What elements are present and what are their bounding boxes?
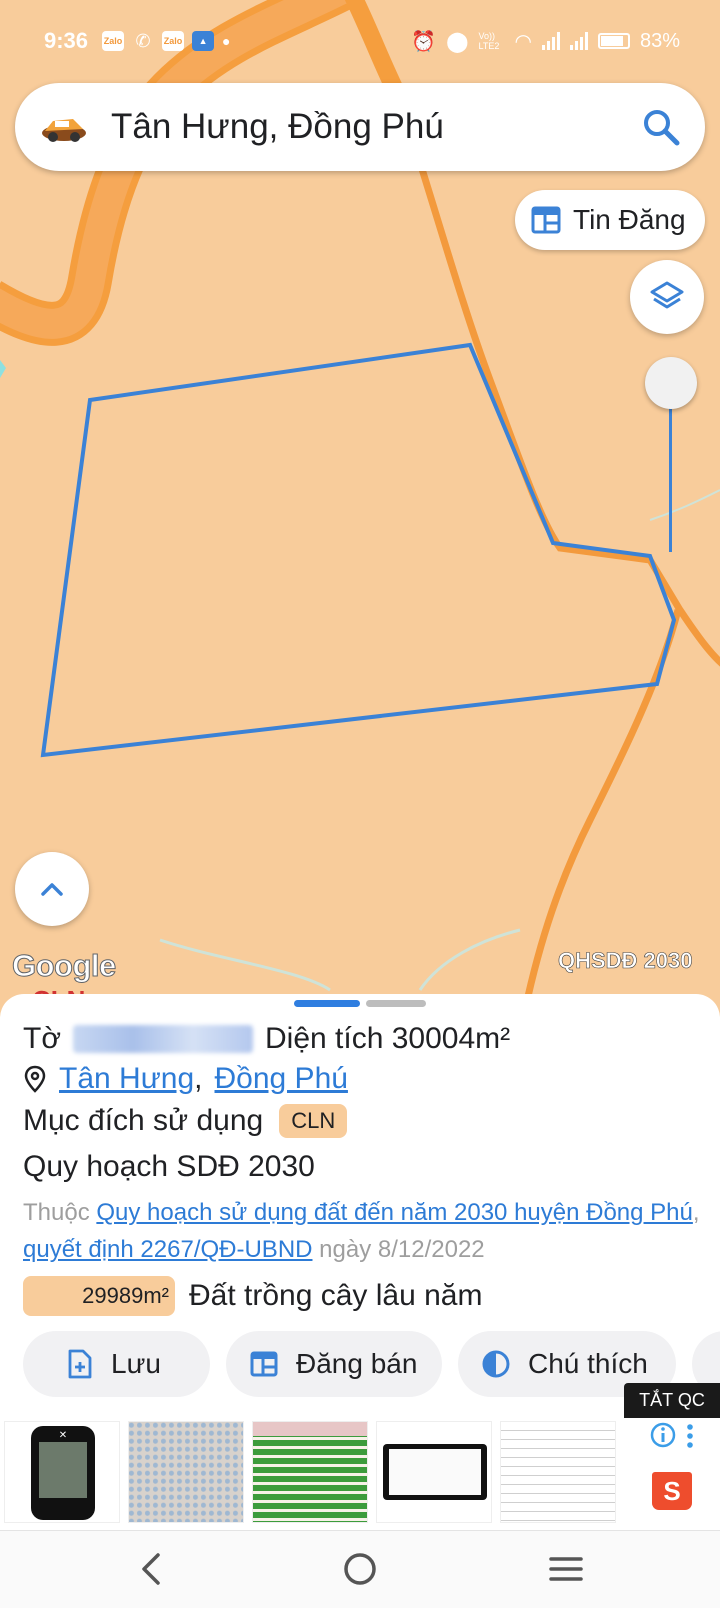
- recent-apps-icon[interactable]: [548, 1553, 584, 1585]
- ad-controls: [650, 1422, 716, 1455]
- tablet-icon: [383, 1444, 487, 1500]
- decision-link[interactable]: quyết định 2267/QĐ-UBND: [23, 1236, 312, 1263]
- add-file-icon: [68, 1349, 92, 1379]
- price-table-thumbnail[interactable]: [252, 1421, 368, 1523]
- document-thumbnail[interactable]: [500, 1421, 616, 1523]
- messenger-notification-icon: ✆: [135, 31, 151, 51]
- map-layer-tag: QHSDĐ 2030: [558, 948, 693, 974]
- location-icon: ⬤: [446, 30, 469, 53]
- shopping-bag-icon[interactable]: S: [652, 1472, 692, 1510]
- area-label: Diện tích 30004m²: [265, 1022, 511, 1055]
- save-label: Lưu: [111, 1348, 161, 1379]
- battery-icon: [597, 33, 630, 49]
- alarm-icon: ⏰: [411, 30, 437, 53]
- wifi-icon: ◠: [514, 30, 532, 53]
- gallery-notification-icon: ▲: [192, 31, 215, 51]
- legend-label: Chú thích: [528, 1348, 648, 1379]
- purpose-row: Mục đích sử dụng CLN: [23, 1104, 348, 1138]
- purpose-code-badge[interactable]: CLN: [279, 1104, 348, 1138]
- battery-level: 83%: [639, 29, 680, 52]
- post-sale-button[interactable]: Đăng bán: [226, 1331, 442, 1397]
- search-bar[interactable]: Tân Hưng, Đồng Phú: [15, 83, 705, 171]
- action-bar: Lưu Đăng bán Chú thích: [23, 1331, 720, 1397]
- pager-dot: [366, 1000, 426, 1007]
- district-link[interactable]: Đồng Phú: [215, 1062, 348, 1096]
- post-sale-label: Đăng bán: [296, 1348, 418, 1379]
- home-icon[interactable]: [342, 1551, 378, 1587]
- area-chip: 29989m²: [23, 1276, 175, 1316]
- redacted-parcel-id: [73, 1025, 253, 1053]
- system-nav-bar: [0, 1530, 720, 1608]
- zalo-notification-icon: Zalo: [162, 31, 185, 51]
- listing-icon: [250, 1351, 278, 1377]
- device-thumbnail[interactable]: ✕: [4, 1421, 120, 1523]
- app-logo-car-icon: [42, 119, 86, 142]
- post-listing-label: Tin Đăng: [573, 204, 686, 235]
- listing-icon: [531, 206, 561, 234]
- land-type-label: Đất trồng cây lâu năm: [189, 1279, 483, 1312]
- note-comma: ,: [692, 1199, 700, 1226]
- back-icon[interactable]: [138, 1551, 166, 1587]
- google-attribution: Google: [12, 948, 117, 984]
- pager-dot-active: [294, 1000, 360, 1007]
- land-area-row: 29989m² Đất trồng cây lâu năm: [23, 1276, 482, 1316]
- map-view[interactable]: 9:36 Zalo ✆ Zalo ▲ ● ⏰ ⬤ Vo)) LTE2 ◠ 83%…: [0, 0, 720, 1010]
- location-separator: ,: [194, 1062, 203, 1095]
- status-time: 9:36: [44, 28, 89, 53]
- signal-icon: [569, 32, 588, 50]
- tablet-thumbnail[interactable]: [376, 1421, 492, 1523]
- plan-note: Thuộc Quy hoạch sử dụng đất đến năm 2030…: [23, 1194, 703, 1268]
- save-button[interactable]: Lưu: [23, 1331, 210, 1397]
- info-icon[interactable]: [650, 1422, 678, 1450]
- network-label: Vo)) LTE2: [478, 31, 500, 51]
- plan-link[interactable]: Quy hoạch sử dụng đất đến năm 2030 huyện…: [96, 1199, 693, 1226]
- svg-text:✕: ✕: [59, 1430, 67, 1441]
- dot-icon: ●: [222, 33, 231, 49]
- half-circle-icon: [482, 1350, 510, 1378]
- layers-icon: [650, 281, 684, 309]
- post-listing-button[interactable]: Tin Đăng: [515, 190, 705, 250]
- opacity-slider-track[interactable]: [669, 400, 672, 552]
- signal-icon: [541, 32, 560, 50]
- status-bar: 9:36 Zalo ✆ Zalo ▲ ● ⏰ ⬤ Vo)) LTE2 ◠ 83%: [0, 0, 720, 82]
- gps-device-icon: ✕: [31, 1426, 95, 1520]
- particles-thumbnail[interactable]: [128, 1421, 244, 1523]
- zalo-notification-icon: Zalo: [102, 31, 125, 51]
- close-ad-button[interactable]: TẮT QC: [624, 1383, 720, 1418]
- search-query[interactable]: Tân Hưng, Đồng Phú: [111, 107, 641, 147]
- note-suffix: ngày 8/12/2022: [319, 1236, 485, 1263]
- plan-title: Quy hoạch SDĐ 2030: [23, 1150, 315, 1183]
- ward-link[interactable]: Tân Hưng: [59, 1062, 194, 1096]
- sheet-number-label: Tờ: [23, 1022, 61, 1055]
- table-header-strip: [253, 1422, 367, 1436]
- more-vertical-icon[interactable]: [684, 1422, 696, 1450]
- location-row: Tân Hưng , Đồng Phú: [23, 1062, 348, 1096]
- layers-button[interactable]: [630, 260, 704, 334]
- sheet-pager[interactable]: [294, 1000, 426, 1007]
- location-pin-icon: [24, 1065, 46, 1093]
- chevron-up-icon: [41, 883, 63, 896]
- purpose-label: Mục đích sử dụng: [23, 1104, 264, 1137]
- note-prefix: Thuộc: [23, 1199, 90, 1226]
- opacity-slider-handle[interactable]: [645, 357, 697, 409]
- collapse-button[interactable]: [15, 852, 89, 926]
- search-icon[interactable]: [641, 107, 681, 147]
- parcel-header: Tờ Diện tích 30004m²: [23, 1022, 510, 1056]
